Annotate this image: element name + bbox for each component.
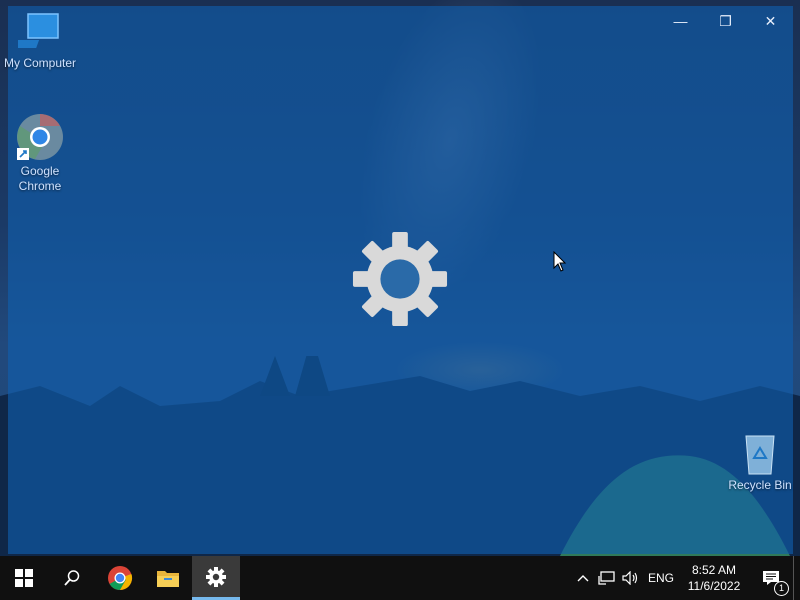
chrome-icon	[17, 114, 63, 160]
system-tray: ENG 8:52 AM 11/6/2022 1	[571, 556, 800, 600]
desktop-icon-label: Recycle Bin	[728, 478, 792, 492]
taskbar: ENG 8:52 AM 11/6/2022 1	[0, 556, 800, 600]
close-button[interactable]: ✕	[748, 6, 793, 36]
taskbar-settings-button[interactable]	[192, 556, 240, 600]
clock-time: 8:52 AM	[691, 563, 737, 577]
chrome-icon	[108, 566, 133, 591]
monitor-icon	[18, 13, 59, 48]
input-language-indicator[interactable]: ENG	[643, 556, 679, 600]
mouse-cursor-icon	[553, 251, 567, 272]
window-controls: — ❐ ✕	[658, 6, 793, 36]
network-icon	[598, 571, 615, 585]
clock[interactable]: 8:52 AM 11/6/2022	[679, 556, 749, 600]
minimize-button[interactable]: —	[658, 6, 703, 36]
speaker-icon	[622, 571, 638, 585]
network-button[interactable]	[595, 556, 619, 600]
settings-gear-icon	[206, 566, 226, 587]
restore-button[interactable]: ❐	[703, 6, 748, 36]
start-button[interactable]	[0, 556, 48, 600]
taskbar-file-explorer-button[interactable]	[144, 556, 192, 600]
settings-app-window[interactable]: — ❐ ✕	[8, 6, 793, 554]
clock-date: 11/6/2022	[687, 579, 741, 593]
volume-button[interactable]	[619, 556, 643, 600]
show-hidden-icons-button[interactable]	[571, 556, 595, 600]
taskbar-chrome-button[interactable]	[96, 556, 144, 600]
file-explorer-icon	[157, 571, 179, 587]
search-button[interactable]	[48, 556, 96, 600]
desktop-icon-label: My Computer	[3, 56, 77, 70]
chevron-up-icon	[577, 575, 589, 582]
windows-start-icon	[15, 569, 33, 587]
desktop-icon-my-computer[interactable]: My Computer	[2, 10, 78, 71]
show-desktop-button[interactable]	[793, 556, 800, 600]
desktop-icon-google-chrome[interactable]: Google Chrome	[2, 112, 78, 194]
action-center-button[interactable]: 1	[749, 556, 793, 600]
recycle-bin-icon	[745, 435, 775, 475]
gear-icon	[352, 231, 448, 327]
desktop-icon-label: Google Chrome	[18, 164, 62, 193]
desktop-icon-recycle-bin[interactable]: Recycle Bin	[722, 430, 798, 493]
search-icon	[64, 570, 80, 586]
notification-count-badge: 1	[774, 581, 789, 596]
